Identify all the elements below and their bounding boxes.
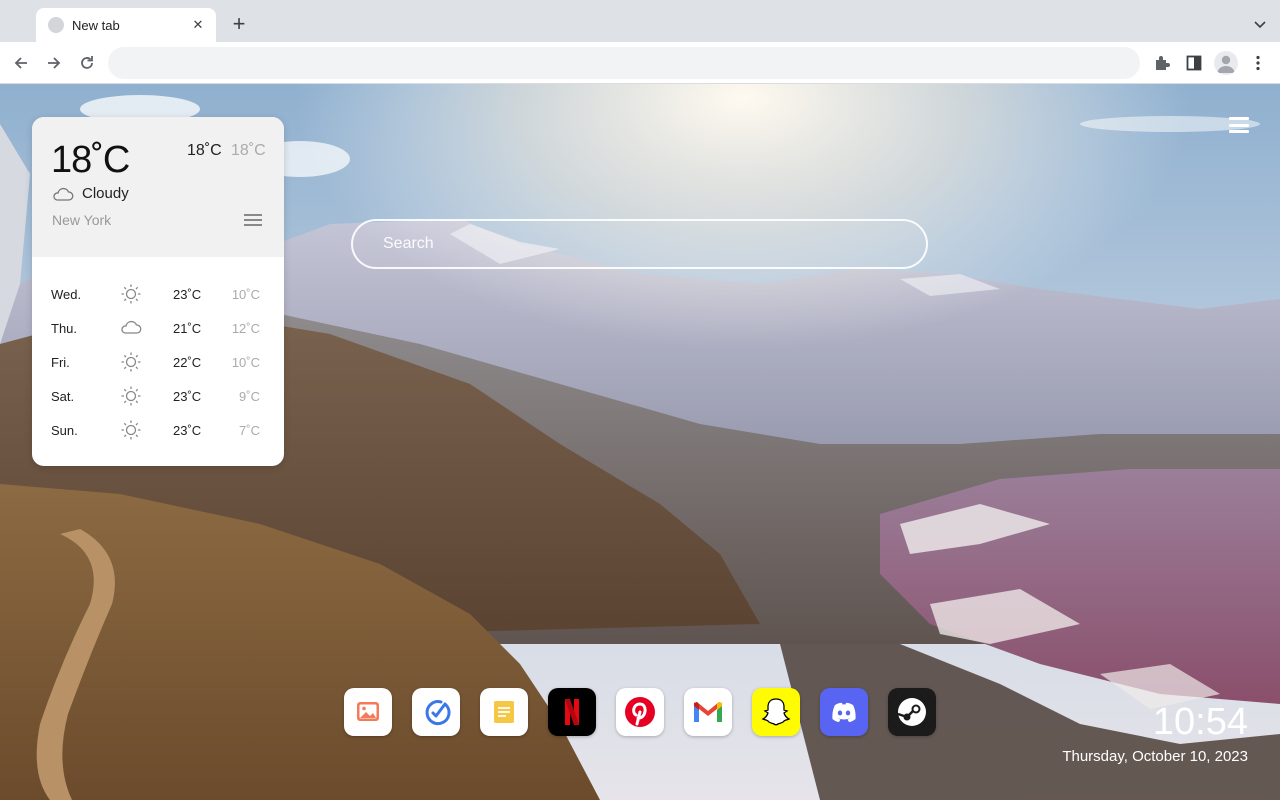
forecast-row: Thu. 21˚C 12˚C <box>32 311 284 345</box>
photos-app-button[interactable] <box>344 688 392 736</box>
hamburger-menu-icon[interactable] <box>1229 117 1249 133</box>
forecast-low: 7˚C <box>239 423 260 438</box>
forward-icon[interactable] <box>44 53 64 73</box>
tasks-app-button[interactable] <box>412 688 460 736</box>
forecast-row: Sat. 23˚C 9˚C <box>32 379 284 413</box>
weather-menu-icon[interactable] <box>244 214 262 228</box>
sun-icon <box>121 352 141 372</box>
search-input[interactable] <box>351 219 928 269</box>
forecast-low: 9˚C <box>239 389 260 404</box>
forecast-high: 23˚C <box>173 423 202 438</box>
discord-icon <box>832 702 856 722</box>
forecast-list: Wed. 23˚C 10˚C Thu. 21˚C 12˚C Fri. 22˚C … <box>32 277 284 447</box>
netflix-icon <box>565 699 579 725</box>
pinterest-app-button[interactable] <box>616 688 664 736</box>
snapchat-app-button[interactable] <box>752 688 800 736</box>
forecast-row: Sun. 23˚C 7˚C <box>32 413 284 447</box>
forecast-day: Sun. <box>51 423 78 438</box>
tab-title: New tab <box>72 17 120 33</box>
notes-icon <box>494 701 514 723</box>
app-dock <box>344 688 936 736</box>
forecast-low: 12˚C <box>231 321 260 336</box>
forecast-low: 10˚C <box>231 287 260 302</box>
netflix-app-button[interactable] <box>548 688 596 736</box>
forecast-high: 22˚C <box>173 355 202 370</box>
forecast-day: Fri. <box>51 355 70 370</box>
sun-icon <box>121 386 141 406</box>
address-bar[interactable] <box>108 47 1140 79</box>
forecast-day: Thu. <box>51 321 78 336</box>
chevron-down-icon[interactable] <box>1252 16 1268 32</box>
weather-current: 18˚C 18˚C 18˚C Cloudy New York <box>32 117 284 257</box>
cloud-icon <box>121 320 142 334</box>
forecast-day: Sat. <box>51 389 75 404</box>
pinterest-icon <box>625 697 655 727</box>
temperature-high: 18˚C <box>187 142 222 159</box>
new-tab-page: 18˚C 18˚C 18˚C Cloudy New York Wed. 23˚C… <box>0 84 1280 800</box>
photos-icon <box>357 702 379 721</box>
forecast-day: Wed. <box>51 287 82 302</box>
sun-icon <box>121 284 141 304</box>
tab-strip: New tab ✕ + <box>0 0 1280 42</box>
current-temperature: 18˚C <box>51 139 130 181</box>
sun-icon <box>121 420 141 440</box>
steam-icon <box>897 698 926 726</box>
gmail-app-button[interactable] <box>684 688 732 736</box>
side-panel-icon[interactable] <box>1184 53 1204 73</box>
steam-app-button[interactable] <box>888 688 936 736</box>
cloud-icon <box>53 187 74 201</box>
forecast-row: Fri. 22˚C 10˚C <box>32 345 284 379</box>
profile-avatar[interactable] <box>1214 51 1238 75</box>
tab-new-tab[interactable]: New tab ✕ <box>36 8 216 42</box>
forecast-high: 23˚C <box>173 287 202 302</box>
back-icon[interactable] <box>11 53 31 73</box>
new-tab-button[interactable]: + <box>228 13 250 36</box>
tasks-icon <box>425 700 451 726</box>
temperature-low: 18˚C <box>231 142 266 159</box>
forecast-high: 21˚C <box>173 321 202 336</box>
close-tab-icon[interactable]: ✕ <box>190 17 206 33</box>
toolbar <box>0 42 1280 84</box>
gmail-icon <box>694 702 722 722</box>
kebab-menu-icon[interactable] <box>1248 53 1268 73</box>
clock-widget: 10:54 Thursday, October 10, 2023 <box>1062 701 1248 765</box>
forecast-row: Wed. 23˚C 10˚C <box>32 277 284 311</box>
weather-condition: Cloudy <box>82 185 129 202</box>
favicon-icon <box>48 17 64 33</box>
weather-widget: 18˚C 18˚C 18˚C Cloudy New York Wed. 23˚C… <box>32 117 284 466</box>
discord-app-button[interactable] <box>820 688 868 736</box>
clock-date: Thursday, October 10, 2023 <box>1062 748 1248 765</box>
avatar-icon <box>1217 55 1235 73</box>
weather-city: New York <box>52 212 112 228</box>
snapchat-icon <box>761 698 791 726</box>
forecast-low: 10˚C <box>231 355 260 370</box>
reload-icon[interactable] <box>77 53 97 73</box>
notes-app-button[interactable] <box>480 688 528 736</box>
extensions-icon[interactable] <box>1152 53 1172 73</box>
clock-time: 10:54 <box>1152 701 1248 743</box>
forecast-high: 23˚C <box>173 389 202 404</box>
